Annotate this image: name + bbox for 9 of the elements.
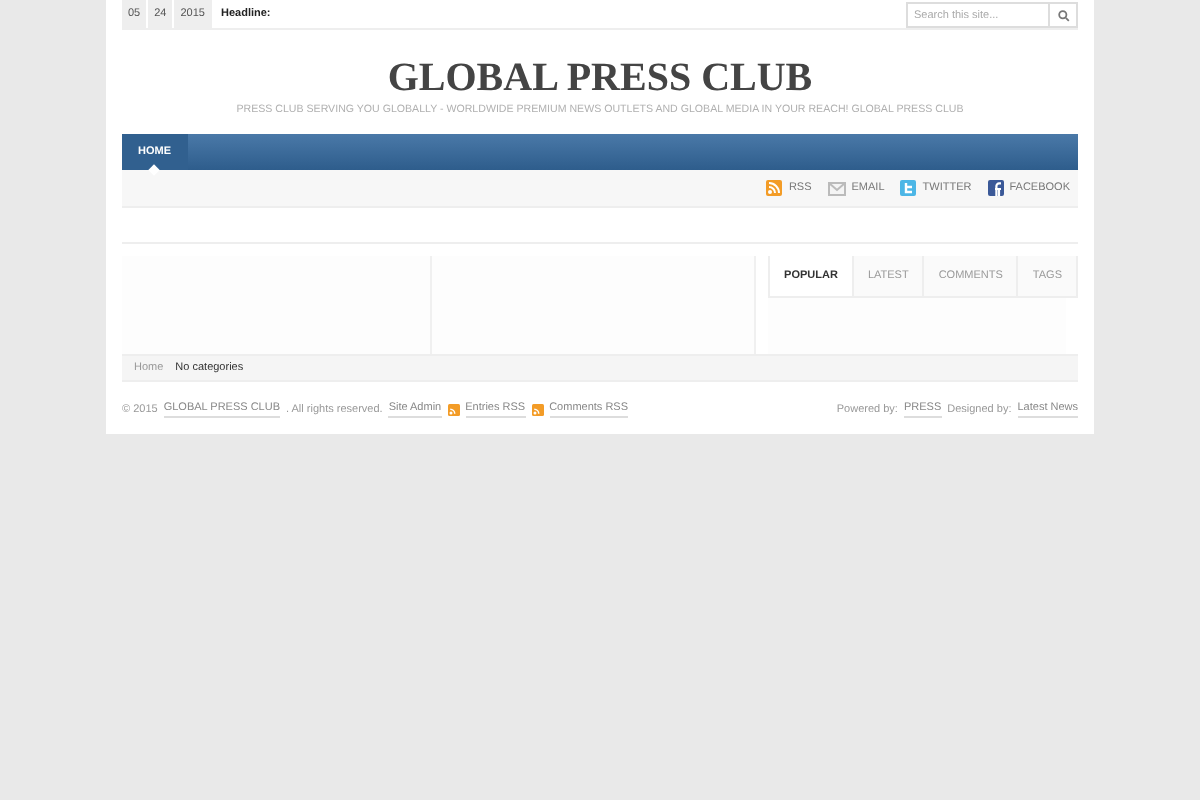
rss-icon bbox=[766, 180, 783, 196]
twitter-icon bbox=[900, 180, 917, 196]
rss-icon bbox=[531, 403, 544, 416]
envelope-icon bbox=[827, 181, 846, 195]
rss-icon bbox=[447, 403, 460, 416]
site-title[interactable]: GLOBAL PRESS CLUB bbox=[387, 54, 813, 102]
facebook-icon bbox=[987, 180, 1004, 196]
search-button[interactable] bbox=[1050, 2, 1078, 28]
search-icon bbox=[1057, 9, 1069, 21]
